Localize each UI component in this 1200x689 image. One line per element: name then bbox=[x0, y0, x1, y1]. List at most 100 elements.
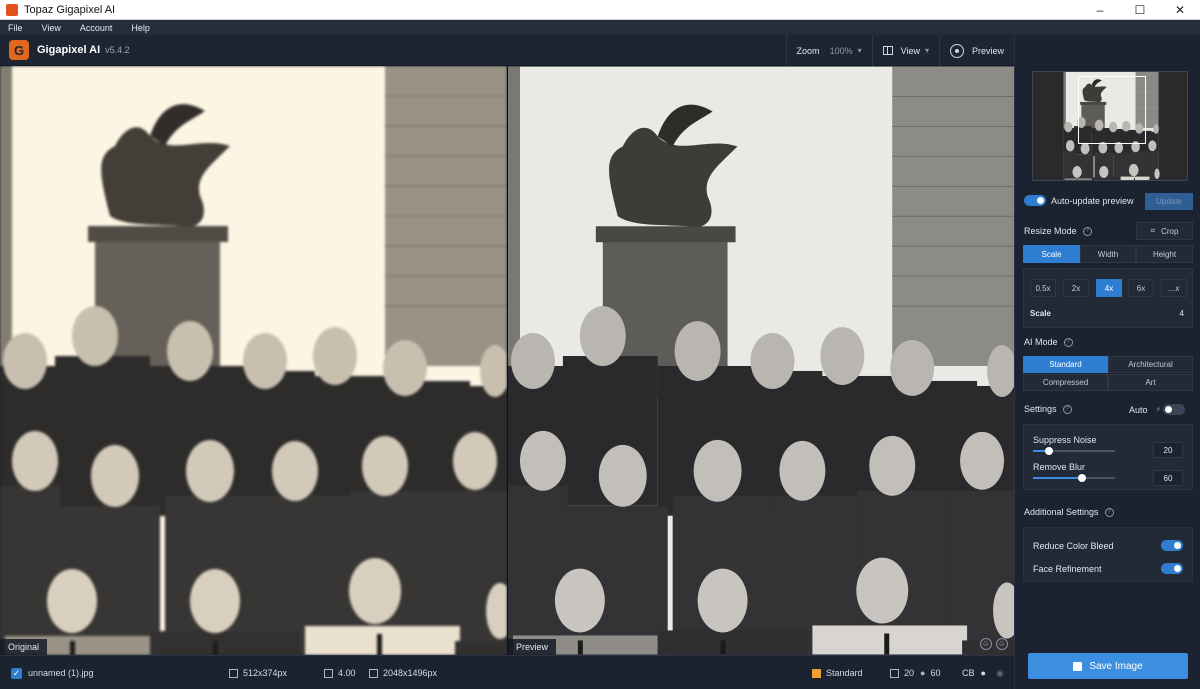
scale-label: Scale bbox=[1030, 309, 1051, 318]
mode-badge: Standard bbox=[812, 656, 863, 689]
face-outline-icon[interactable]: ☺ bbox=[980, 638, 992, 650]
additional-settings-card: Reduce Color Bleed Face Refinement bbox=[1023, 527, 1193, 582]
scale-indicator: 4.00 bbox=[324, 656, 356, 689]
settings-card: Suppress Noise 20 Remove Blur 60 bbox=[1023, 424, 1193, 490]
menu-file[interactable]: File bbox=[8, 23, 23, 33]
menu-view[interactable]: View bbox=[42, 23, 61, 33]
preview-panel-label: Preview bbox=[508, 639, 557, 655]
app-icon bbox=[6, 3, 18, 16]
expand-icon bbox=[324, 668, 333, 678]
chevron-down-icon: ▾ bbox=[857, 46, 862, 55]
auto-settings-row: Auto ⚡ bbox=[1129, 404, 1186, 415]
preview-toggle[interactable]: Preview bbox=[938, 35, 1014, 66]
input-size: 512x374px bbox=[229, 656, 287, 689]
mode-text: Standard bbox=[826, 668, 863, 678]
app-version: v5.4.2 bbox=[105, 45, 130, 55]
ai-mode-art[interactable]: Art bbox=[1108, 374, 1193, 391]
remove-blur-knob[interactable] bbox=[1078, 474, 1087, 482]
info-icon[interactable]: ◉ bbox=[996, 668, 1004, 679]
preview-label: Preview bbox=[971, 45, 1004, 56]
suppress-noise-label: Suppress Noise bbox=[1033, 435, 1097, 445]
auto-label: Auto bbox=[1129, 404, 1148, 415]
original-label: Original bbox=[0, 639, 48, 655]
scale-option-2x[interactable]: 2x bbox=[1063, 279, 1089, 297]
zoom-dropdown[interactable]: Zoom 100% ▾ bbox=[785, 35, 872, 66]
mode-icon bbox=[812, 668, 821, 678]
reduce-color-bleed-label: Reduce Color Bleed bbox=[1033, 541, 1114, 551]
ai-mode-header: AI Mode ? bbox=[1024, 337, 1073, 347]
original-image-panel[interactable]: Original bbox=[0, 66, 507, 655]
window-titlebar: Topaz Gigapixel AI – ☐ ✕ bbox=[0, 0, 1200, 20]
status-bar: ✓ unnamed (1).jpg 512x374px 4.00 2048x14… bbox=[0, 655, 1014, 689]
crop-button[interactable]: ⌗ Crop bbox=[1136, 222, 1193, 240]
face-refinement-toggle[interactable] bbox=[1161, 563, 1183, 574]
input-size-text: 512x374px bbox=[243, 668, 288, 678]
close-button[interactable]: ✕ bbox=[1160, 0, 1200, 20]
ai-mode-compressed[interactable]: Compressed bbox=[1023, 374, 1108, 391]
menu-bar: File View Account Help bbox=[0, 20, 1200, 35]
tab-height[interactable]: Height bbox=[1136, 245, 1193, 263]
navigator-thumbnail[interactable] bbox=[1032, 71, 1188, 181]
output-size-icon bbox=[369, 668, 378, 678]
window-title: Topaz Gigapixel AI bbox=[24, 3, 116, 16]
suppress-noise-knob[interactable] bbox=[1045, 447, 1054, 455]
auto-update-label: Auto-update preview bbox=[1051, 195, 1134, 206]
file-checkbox[interactable]: ✓ bbox=[11, 667, 22, 679]
preview-photo bbox=[508, 66, 1014, 655]
scale-card: 0.5x 2x 4x 6x ...x Scale 4 bbox=[1023, 268, 1193, 328]
face-compare-icon[interactable]: ☺ bbox=[996, 638, 1008, 650]
help-icon[interactable]: ? bbox=[1104, 507, 1114, 517]
suppress-noise-value[interactable]: 20 bbox=[1153, 442, 1183, 458]
navigator-selection[interactable] bbox=[1078, 76, 1146, 144]
split-view-icon bbox=[882, 46, 893, 55]
settings-label: Settings bbox=[1024, 404, 1057, 414]
cb-indicator: CB ● ◉ bbox=[962, 656, 1004, 689]
file-name: unnamed (1).jpg bbox=[28, 668, 94, 678]
file-entry[interactable]: ✓ unnamed (1).jpg bbox=[11, 656, 94, 689]
scale-option-custom[interactable]: ...x bbox=[1161, 279, 1187, 297]
face-refinement-label: Face Refinement bbox=[1033, 564, 1102, 574]
scale-option-0-5x[interactable]: 0.5x bbox=[1030, 279, 1056, 297]
update-button[interactable]: Update bbox=[1145, 193, 1193, 210]
auto-settings-toggle[interactable] bbox=[1163, 404, 1186, 415]
lightning-icon: ⚡ bbox=[1155, 405, 1162, 414]
scale-value[interactable]: 4 bbox=[1180, 309, 1184, 318]
menu-help[interactable]: Help bbox=[131, 23, 150, 33]
menu-account[interactable]: Account bbox=[80, 23, 113, 33]
window-controls: – ☐ ✕ bbox=[1080, 0, 1200, 20]
help-icon[interactable]: ? bbox=[1082, 226, 1092, 236]
maximize-button[interactable]: ☐ bbox=[1120, 0, 1160, 20]
resize-mode-header: Resize Mode ? bbox=[1024, 226, 1092, 236]
help-icon[interactable]: ? bbox=[1063, 337, 1073, 347]
auto-update-toggle[interactable] bbox=[1024, 195, 1046, 206]
suppress-noise-slider[interactable] bbox=[1033, 447, 1115, 455]
preview-image-panel[interactable]: Preview ☺ ☺ bbox=[508, 66, 1014, 655]
right-sidebar: Auto-update preview Update Resize Mode ?… bbox=[1014, 35, 1200, 689]
output-size: 2048x1496px bbox=[369, 656, 437, 689]
minimize-button[interactable]: – bbox=[1080, 0, 1120, 20]
save-image-label: Save Image bbox=[1089, 660, 1143, 672]
ai-mode-architectural[interactable]: Architectural bbox=[1108, 356, 1193, 373]
view-label: View bbox=[900, 45, 920, 56]
view-dropdown[interactable]: View ▾ bbox=[871, 35, 939, 66]
scale-option-4x[interactable]: 4x bbox=[1096, 279, 1122, 297]
remove-blur-value[interactable]: 60 bbox=[1153, 470, 1183, 486]
input-size-icon bbox=[229, 668, 238, 678]
remove-blur-label: Remove Blur bbox=[1033, 462, 1086, 472]
crop-label: Crop bbox=[1161, 226, 1179, 236]
zoom-label: Zoom bbox=[796, 45, 820, 56]
remove-blur-slider[interactable] bbox=[1033, 474, 1115, 482]
drop-icon: ● bbox=[920, 668, 926, 678]
gigapixel-logo-icon: G bbox=[9, 40, 29, 60]
ai-mode-standard[interactable]: Standard bbox=[1023, 356, 1108, 373]
save-image-button[interactable]: Save Image bbox=[1028, 653, 1188, 679]
cb-text: CB bbox=[962, 668, 975, 678]
help-icon[interactable]: ? bbox=[1062, 404, 1072, 414]
chevron-down-icon: ▾ bbox=[924, 46, 929, 55]
scale-option-6x[interactable]: 6x bbox=[1128, 279, 1154, 297]
additional-settings-label: Additional Settings bbox=[1024, 507, 1099, 517]
tab-scale[interactable]: Scale bbox=[1023, 245, 1080, 263]
settings-header: Settings ? bbox=[1024, 404, 1072, 414]
tab-width[interactable]: Width bbox=[1080, 245, 1136, 263]
reduce-color-bleed-toggle[interactable] bbox=[1161, 540, 1183, 551]
